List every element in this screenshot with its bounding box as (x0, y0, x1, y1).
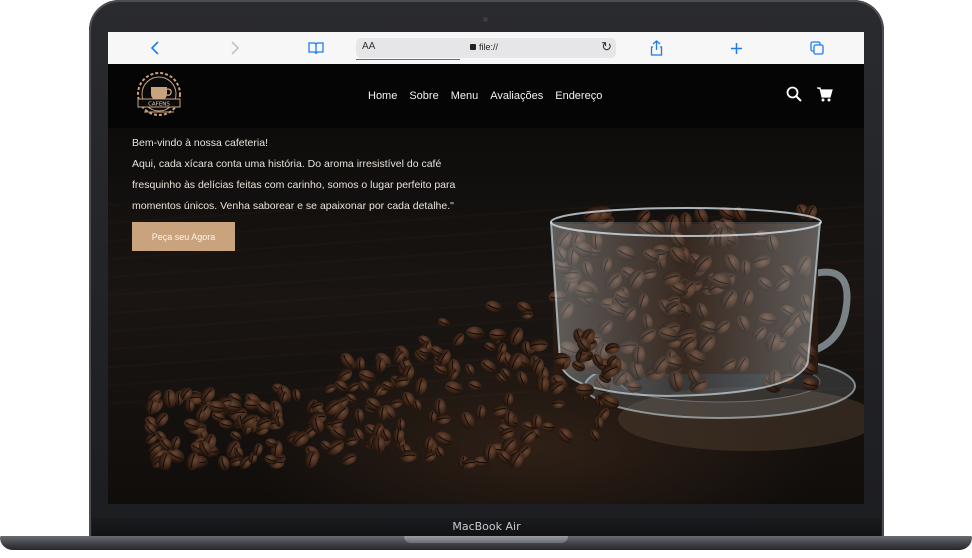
bookmarks-icon[interactable] (306, 38, 326, 58)
coffee-bean (437, 318, 450, 328)
coffee-bean (466, 326, 485, 340)
tabs-icon[interactable] (807, 38, 827, 58)
progress-underline (356, 59, 460, 60)
coffee-bean (551, 398, 565, 409)
coffee-bean (575, 383, 595, 397)
coffee-bean (452, 332, 465, 346)
coffee-bean (163, 389, 177, 408)
hero-line: fresquinho às delícias feitas com carinh… (132, 179, 456, 191)
laptop-mockup: AA file:// ↻ CAFENS Home Sobre Menu Aval… (0, 0, 972, 558)
coffee-bean (341, 452, 357, 465)
nav-endereco[interactable]: Endereço (555, 90, 602, 102)
nav-avaliacoes[interactable]: Avaliações (490, 90, 543, 102)
new-tab-icon[interactable] (726, 38, 746, 58)
coffee-bean (445, 381, 464, 395)
coffee-bean (185, 398, 195, 413)
reload-icon[interactable]: ↻ (601, 39, 612, 55)
hero-line: momentos únicos. Venha saborear e se apa… (132, 200, 454, 212)
coffee-bean (396, 418, 406, 431)
lock-icon (470, 44, 476, 50)
coffee-bean (291, 388, 301, 402)
coffee-bean (347, 382, 359, 392)
nav-icons (786, 86, 833, 102)
hero-text: Bem-vindo à nossa cafeteria! Aqui, cada … (132, 133, 502, 217)
device-model-label: MacBook Air (452, 520, 521, 533)
coffee-bean (516, 371, 528, 386)
back-icon[interactable] (145, 38, 165, 58)
hero-line: Aqui, cada xícara conta uma história. Do… (132, 158, 442, 170)
coffee-bean (503, 392, 514, 407)
coffee-bean (480, 359, 497, 374)
share-icon[interactable] (646, 38, 666, 58)
laptop-notch (404, 536, 568, 543)
website: CAFENS Home Sobre Menu Avaliações Endere… (108, 64, 864, 504)
coffee-bean (475, 404, 486, 420)
nav-home[interactable]: Home (368, 90, 397, 102)
nav-menu[interactable]: Menu (451, 90, 479, 102)
coffee-bean (489, 328, 507, 341)
coffee-bean (542, 422, 556, 432)
coffee-cup-image (144, 204, 864, 471)
coffee-bean (558, 428, 574, 443)
coffee-bean (468, 380, 483, 392)
coffee-bean (460, 411, 475, 430)
forward-icon[interactable] (225, 38, 245, 58)
address-bar[interactable]: AA file:// ↻ (356, 38, 616, 60)
coffee-bean (464, 363, 475, 377)
logo-text: CAFENS (148, 102, 170, 108)
browser-toolbar: AA file:// ↻ (108, 32, 864, 65)
search-icon[interactable] (786, 86, 802, 102)
coffee-bean (414, 377, 427, 396)
hero-welcome: Bem-vindo à nossa cafeteria! (132, 137, 268, 149)
coffee-bean (485, 300, 502, 314)
url-text: file:// (479, 42, 499, 52)
cafe-logo[interactable]: CAFENS (130, 70, 188, 120)
coffee-bean (355, 357, 365, 371)
coffee-bean (353, 408, 364, 423)
site-navbar: CAFENS Home Sobre Menu Avaliações Endere… (108, 64, 864, 128)
order-now-button[interactable]: Peça seu Agora (132, 222, 235, 251)
main-nav: Home Sobre Menu Avaliações Endereço (368, 90, 602, 102)
nav-sobre[interactable]: Sobre (409, 90, 438, 102)
reader-aa-button[interactable]: AA (362, 41, 375, 52)
coffee-bean (589, 429, 600, 442)
screen: AA file:// ↻ CAFENS Home Sobre Menu Aval… (108, 32, 864, 504)
camera (483, 17, 488, 22)
cart-icon[interactable] (816, 86, 833, 102)
url-display: file:// (470, 42, 498, 52)
